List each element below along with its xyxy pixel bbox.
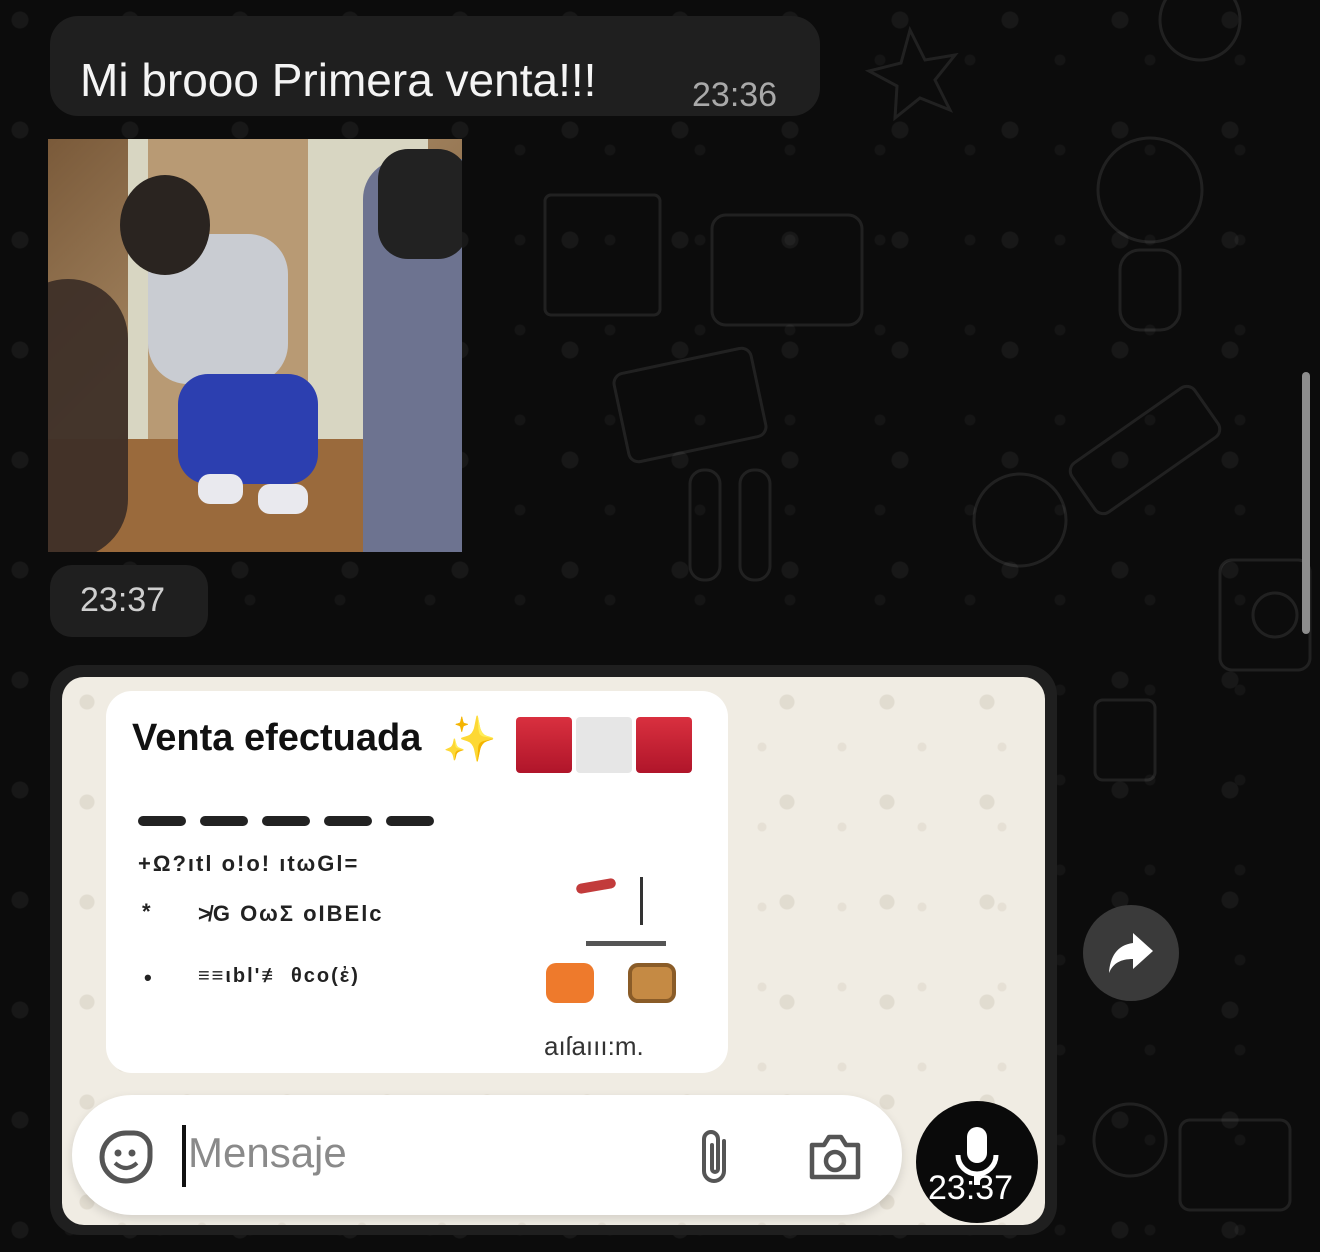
screenshot-image: Venta efectuada ✨ +Ω?ıtl o!o! ıtωGl= * ≯… (62, 677, 1045, 1225)
photo-shoe (258, 484, 308, 514)
card-bullet: • (144, 965, 154, 990)
card-mark (586, 941, 666, 946)
photo-blur-person (48, 279, 128, 552)
message-input[interactable]: Mensaje (188, 1129, 347, 1177)
sticker-icon (99, 1130, 153, 1184)
message-bubble[interactable]: Mi brooo Primera venta!!! 23:36 (50, 16, 820, 116)
photo-shoe (198, 474, 243, 504)
camera-icon[interactable] (806, 1131, 864, 1183)
card-row: ≡≡ιbl'≢ θco(ἐ) (198, 965, 360, 987)
message-time: 23:37 (928, 1169, 1014, 1207)
screenshot-message[interactable]: Venta efectuada ✨ +Ω?ıtl o!o! ıtωGl= * ≯… (50, 665, 1057, 1235)
sparkles-icon: ✨ (442, 715, 497, 764)
bread-badge-icon (628, 963, 676, 1003)
photo-message[interactable] (48, 139, 462, 552)
card-footer: aıſaııı:m. (544, 1031, 644, 1061)
forward-icon (1109, 933, 1153, 973)
photo-kid-legs (178, 374, 318, 484)
message-composer: Mensaje (72, 1095, 902, 1215)
sale-card-title: Venta efectuada (132, 717, 422, 759)
message-text: Mi brooo Primera venta!!! (80, 54, 597, 106)
card-mark (640, 877, 643, 925)
flag-stripe-icon (576, 717, 632, 773)
redacted-dashes (138, 813, 448, 831)
message-time: 23:36 (692, 76, 778, 114)
card-bullet: * (142, 899, 153, 924)
sale-card: Venta efectuada ✨ +Ω?ıtl o!o! ıtωGl= * ≯… (106, 691, 728, 1073)
orange-badge-icon (546, 963, 594, 1003)
scrollbar[interactable] (1302, 372, 1310, 634)
photo-kid-head (120, 175, 210, 275)
attach-icon[interactable] (690, 1127, 738, 1187)
photo-person-right-top (378, 149, 462, 259)
text-caret (182, 1125, 186, 1187)
forward-button[interactable] (1083, 905, 1179, 1001)
flag-stripe-icon (636, 717, 692, 773)
card-row: ≯G OωΣ οΙΒΕlc (198, 901, 384, 926)
photo-time-badge: 23:37 (50, 565, 208, 637)
card-mark (575, 877, 617, 895)
flag-stripe-icon (516, 717, 572, 773)
card-row: +Ω?ıtl o!o! ıtωGl= (138, 851, 360, 876)
message-time: 23:37 (80, 581, 166, 619)
